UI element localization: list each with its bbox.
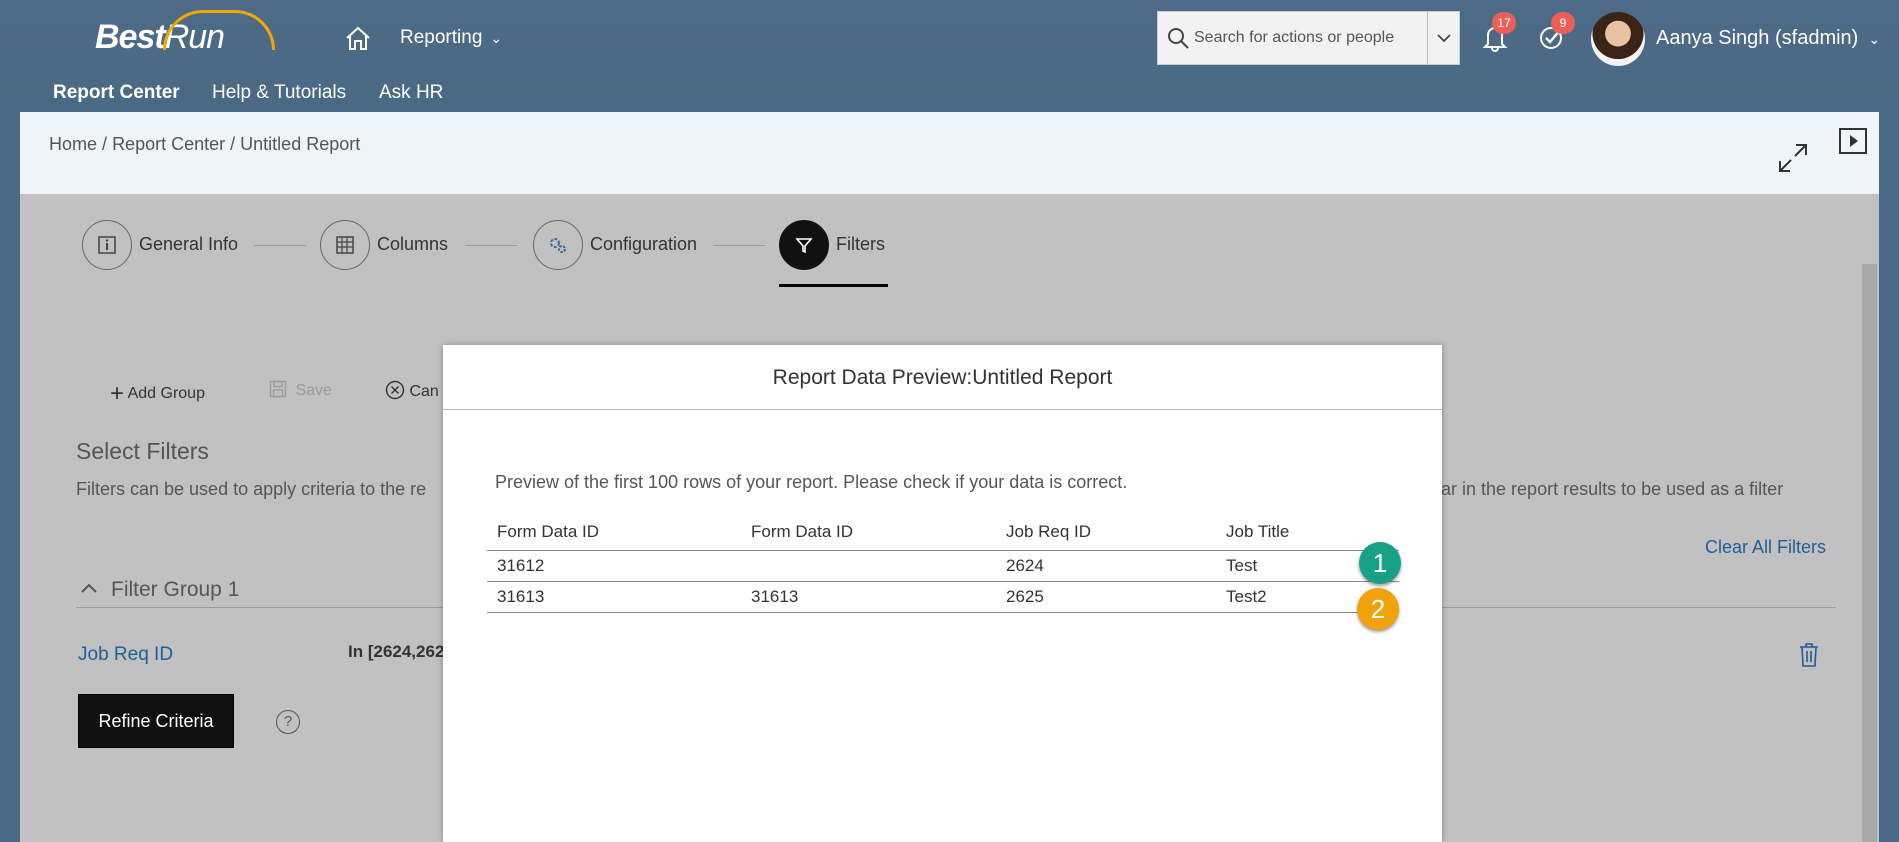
search-box bbox=[1157, 11, 1460, 65]
user-name: Aanya Singh (sfadmin) bbox=[1656, 27, 1859, 49]
trash-icon[interactable] bbox=[1798, 642, 1820, 668]
add-group-label: Add Group bbox=[127, 385, 205, 402]
table-cell: 31613 bbox=[741, 581, 996, 613]
table-cell: 31613 bbox=[487, 581, 741, 613]
info-icon bbox=[82, 220, 132, 270]
add-group-button[interactable]: + Add Group bbox=[110, 380, 205, 408]
select-filters-description-tail: ear in the report results to be used as … bbox=[1431, 479, 1784, 499]
breadcrumb-report-center[interactable]: Report Center bbox=[112, 134, 225, 154]
play-icon[interactable] bbox=[1839, 128, 1867, 154]
filter-field-link[interactable]: Job Req ID bbox=[78, 644, 173, 666]
tasks-badge: 9 bbox=[1551, 12, 1575, 34]
filter-field-value: In [2624,262 bbox=[348, 642, 445, 661]
plus-icon: + bbox=[110, 380, 125, 407]
user-menu[interactable]: Aanya Singh (sfadmin) ⌄ bbox=[1656, 27, 1880, 50]
grid-icon bbox=[320, 220, 370, 270]
home-icon[interactable] bbox=[344, 25, 372, 51]
breadcrumb: Home / Report Center / Untitled Report bbox=[49, 134, 360, 155]
scrollbar[interactable] bbox=[1862, 264, 1877, 842]
step-connector bbox=[713, 245, 765, 246]
sub-navigation: Report Center Help & Tutorials Ask HR bbox=[0, 80, 1899, 112]
page-header: Home / Report Center / Untitled Report bbox=[20, 112, 1879, 194]
close-circle-icon bbox=[385, 380, 405, 400]
active-step-indicator bbox=[779, 284, 888, 287]
column-header: Form Data ID bbox=[487, 515, 741, 551]
reporting-menu[interactable]: Reporting ⌄ bbox=[400, 27, 502, 49]
play-triangle-icon bbox=[1850, 135, 1858, 147]
table-cell: 2624 bbox=[996, 550, 1216, 582]
step-marker-1: 1 bbox=[1359, 542, 1401, 584]
chevron-up-icon bbox=[80, 581, 98, 599]
select-filters-description: Filters can be used to apply criteria to… bbox=[76, 479, 427, 499]
breadcrumb-home[interactable]: Home bbox=[49, 134, 97, 154]
nav-report-center[interactable]: Report Center bbox=[53, 82, 180, 104]
avatar[interactable] bbox=[1591, 12, 1645, 66]
table-header-row: Form Data ID Form Data ID Job Req ID Job… bbox=[487, 515, 1399, 551]
floppy-disk-icon bbox=[269, 380, 287, 398]
help-icon[interactable]: ? bbox=[276, 710, 300, 734]
filter-icon bbox=[779, 220, 829, 270]
search-dropdown-button[interactable] bbox=[1427, 12, 1459, 64]
step-label: Configuration bbox=[590, 234, 698, 254]
report-preview-dialog: Report Data Preview:Untitled Report Prev… bbox=[443, 345, 1442, 842]
table-row: 31613 31613 2625 Test2 bbox=[487, 581, 1399, 613]
step-label: Filters bbox=[836, 234, 885, 254]
notifications-badge: 17 bbox=[1492, 12, 1516, 34]
table-cell: 31612 bbox=[487, 550, 741, 582]
step-label: General Info bbox=[139, 234, 239, 254]
gears-icon bbox=[533, 220, 583, 270]
nav-help-tutorials[interactable]: Help & Tutorials bbox=[212, 82, 346, 104]
chevron-down-icon: ⌄ bbox=[490, 30, 503, 46]
step-marker-2: 2 bbox=[1357, 588, 1399, 630]
clear-all-filters-link[interactable]: Clear All Filters bbox=[1705, 537, 1826, 558]
step-label: Columns bbox=[377, 234, 449, 254]
cancel-label: Can bbox=[409, 383, 439, 400]
save-label: Save bbox=[295, 382, 332, 399]
step-connector bbox=[465, 245, 517, 246]
refine-criteria-button[interactable]: Refine Criteria bbox=[78, 694, 234, 748]
nav-ask-hr[interactable]: Ask HR bbox=[379, 82, 443, 104]
breadcrumb-separator: / bbox=[230, 134, 236, 154]
cloud-icon bbox=[163, 10, 275, 50]
column-header: Job Req ID bbox=[996, 515, 1216, 551]
cancel-button[interactable]: Can bbox=[385, 380, 439, 401]
search-input[interactable] bbox=[1194, 22, 1414, 54]
breadcrumb-current: Untitled Report bbox=[240, 134, 361, 154]
bestrun-logo[interactable]: BestRun bbox=[95, 10, 275, 57]
table-row: 31612 2624 Test bbox=[487, 550, 1399, 582]
shell-bar: BestRun Reporting ⌄ 17 9 Aanya Singh (sfa… bbox=[0, 0, 1899, 112]
reporting-label: Reporting bbox=[400, 27, 483, 48]
chevron-down-icon bbox=[1436, 34, 1451, 43]
select-filters-title: Select Filters bbox=[76, 438, 209, 464]
logo-bold: Best bbox=[95, 18, 166, 56]
preview-note: Preview of the first 100 rows of your re… bbox=[495, 472, 1128, 492]
table-cell bbox=[741, 550, 996, 582]
chevron-down-icon: ⌄ bbox=[1868, 31, 1881, 47]
column-header: Form Data ID bbox=[741, 515, 996, 551]
search-icon bbox=[1168, 28, 1189, 49]
filter-group-title: Filter Group 1 bbox=[111, 578, 240, 601]
step-connector bbox=[254, 245, 306, 246]
breadcrumb-separator: / bbox=[102, 134, 108, 154]
expand-icon[interactable] bbox=[1777, 142, 1809, 174]
save-button[interactable]: Save bbox=[269, 380, 332, 400]
table-cell: 2625 bbox=[996, 581, 1216, 613]
preview-table: Form Data ID Form Data ID Job Req ID Job… bbox=[487, 515, 1399, 613]
dialog-title: Report Data Preview:Untitled Report bbox=[443, 345, 1442, 410]
